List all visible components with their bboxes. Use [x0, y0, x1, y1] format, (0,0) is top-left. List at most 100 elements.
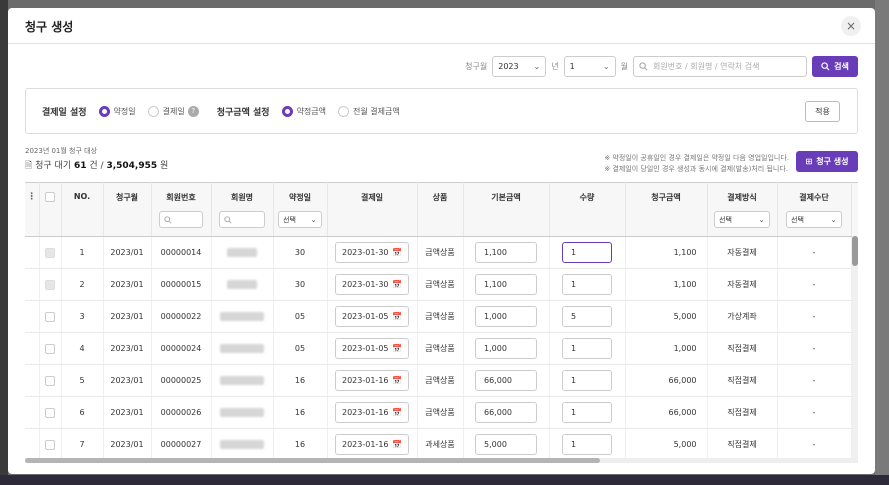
row-select[interactable]	[39, 332, 62, 365]
radio-contract-amount[interactable]: 약정금액	[281, 105, 326, 117]
base-amount-input[interactable]: 66,000	[475, 370, 537, 391]
column-menu[interactable]: ⋮	[25, 182, 40, 237]
month-select[interactable]: 1 ⌄	[563, 56, 616, 77]
cell-member-name	[211, 268, 274, 301]
search-input[interactable]: 회원번호 / 회원명 / 연락처 검색	[633, 56, 807, 77]
cell-pay-method: 직접결제	[707, 332, 778, 365]
checkbox[interactable]	[45, 311, 55, 322]
calendar-icon[interactable]: 📅	[392, 376, 402, 385]
cell-member-no: 00000024	[151, 332, 212, 365]
base-amount-input[interactable]: 1,100	[475, 274, 537, 295]
pay-date-input[interactable]: 2023-01-30 📅	[335, 242, 409, 263]
cell-no: 6	[61, 396, 104, 429]
pay-date-input[interactable]: 2023-01-05 📅	[335, 306, 409, 327]
search-button[interactable]: 검색	[812, 56, 858, 77]
redacted-name	[227, 248, 257, 257]
table-header-row: ⋮ NO. 청구월 회원번호 회원명 약정일 선택 ⌄ 결제일 상품 기본금액 수량…	[25, 182, 858, 237]
cell-month: 2023/01	[103, 396, 152, 429]
cell-month: 2023/01	[103, 300, 152, 333]
radio-prev-month-amount[interactable]: 전월 결제금액	[338, 105, 400, 117]
checkbox[interactable]	[45, 192, 55, 202]
row-select[interactable]	[39, 428, 62, 461]
cell-no: 3	[61, 300, 104, 333]
cell-base-amount: 1,100	[463, 268, 550, 301]
cell-bill-amount: 1,000	[625, 332, 708, 365]
cell-pay-method: 자동결제	[707, 268, 778, 301]
bill-table: ⋮ NO. 청구월 회원번호 회원명 약정일 선택 ⌄ 결제일 상품 기본금액 수량…	[25, 182, 858, 462]
radio-checked-icon	[281, 105, 293, 117]
table-row: 1 2023/01 00000014 30 2023-01-30 📅 금액상품 1,100 1 1…	[25, 236, 858, 269]
chevron-down-icon: ⌄	[830, 215, 837, 224]
checkbox[interactable]	[45, 407, 55, 418]
contract-day-filter-select[interactable]: 선택 ⌄	[278, 211, 322, 228]
cell-qty: 1	[549, 396, 626, 429]
cell-month: 2023/01	[103, 364, 152, 397]
cell-contract-day: 16	[273, 396, 328, 429]
year-select[interactable]: 2023 ⌄	[492, 56, 547, 77]
row-select[interactable]	[39, 364, 62, 397]
pay-date-input[interactable]: 2023-01-05 📅	[335, 338, 409, 359]
row-select[interactable]	[39, 396, 62, 429]
create-bill-button[interactable]: ⊞ 청구 생성	[796, 151, 858, 172]
row-select[interactable]	[39, 236, 62, 269]
checkbox[interactable]	[45, 279, 55, 290]
summary: 2023년 01월 청구 대상 🗎 청구 대기 61 건 / 3,504,955…	[25, 146, 168, 174]
apply-button[interactable]: 적용	[805, 101, 840, 122]
checkbox[interactable]	[45, 439, 55, 450]
pay-date-input[interactable]: 2023-01-16 📅	[335, 434, 409, 455]
col-contract-day: 약정일 선택 ⌄	[273, 182, 328, 237]
row-select[interactable]	[39, 268, 62, 301]
cell-pay-date: 2023-01-30 📅	[327, 236, 418, 269]
radio-pay-day[interactable]: 결제일?	[147, 105, 199, 117]
horizontal-scrollbar-thumb[interactable]	[25, 458, 600, 463]
member-no-filter-input[interactable]	[159, 211, 203, 228]
calendar-icon[interactable]: 📅	[392, 408, 402, 417]
base-amount-input[interactable]: 1,000	[475, 338, 537, 359]
pay-date-input[interactable]: 2023-01-16 📅	[335, 402, 409, 423]
qty-input[interactable]: 5	[562, 306, 612, 327]
cell-pay-means: -	[777, 364, 852, 397]
select-all[interactable]	[39, 182, 62, 237]
notice: ※ 약정일이 공휴일인 경우 결제일은 약정일 다음 영업일입니다. ※ 결제일…	[604, 154, 789, 173]
cell-pay-method: 직접결제	[707, 364, 778, 397]
member-name-filter-input[interactable]	[219, 211, 265, 228]
qty-input[interactable]: 1	[562, 370, 612, 391]
table-row: 3 2023/01 00000022 05 2023-01-05 📅 금액상품 1,000 5 5…	[25, 300, 858, 333]
base-amount-input[interactable]: 5,000	[475, 434, 537, 455]
qty-input[interactable]: 1	[562, 274, 612, 295]
calendar-icon[interactable]: 📅	[392, 440, 402, 449]
close-button[interactable]: ×	[841, 16, 861, 36]
base-amount-input[interactable]: 66,000	[475, 402, 537, 423]
plus-square-icon: ⊞	[805, 157, 813, 166]
base-amount-input[interactable]: 1,000	[475, 306, 537, 327]
vertical-scrollbar-thumb[interactable]	[852, 236, 858, 266]
pay-means-filter-select[interactable]: 선택 ⌄	[786, 211, 842, 228]
calendar-icon[interactable]: 📅	[392, 344, 402, 353]
checkbox[interactable]	[45, 375, 55, 386]
pay-date-input[interactable]: 2023-01-30 📅	[335, 274, 409, 295]
cell-member-no: 00000022	[151, 300, 212, 333]
row-spacer	[25, 332, 40, 365]
row-select[interactable]	[39, 300, 62, 333]
pay-date-input[interactable]: 2023-01-16 📅	[335, 370, 409, 391]
redacted-name	[227, 280, 257, 289]
checkbox[interactable]	[45, 343, 55, 354]
base-amount-input[interactable]: 1,100	[475, 242, 537, 263]
qty-input[interactable]: 1	[562, 402, 612, 423]
calendar-icon[interactable]: 📅	[392, 248, 402, 257]
vertical-scrollbar[interactable]	[852, 236, 858, 462]
cell-member-no: 00000026	[151, 396, 212, 429]
qty-input[interactable]: 1	[562, 242, 612, 263]
redacted-name	[220, 440, 264, 449]
pay-method-filter-select[interactable]: 선택 ⌄	[714, 211, 770, 228]
calendar-icon[interactable]: 📅	[392, 280, 402, 289]
cell-member-name	[211, 396, 274, 429]
checkbox[interactable]	[45, 247, 55, 258]
qty-input[interactable]: 1	[562, 338, 612, 359]
cell-month: 2023/01	[103, 236, 152, 269]
help-icon[interactable]: ?	[187, 105, 199, 117]
col-bill-amount: 청구금액	[625, 182, 708, 237]
radio-contract-day[interactable]: 약정일	[98, 105, 136, 117]
calendar-icon[interactable]: 📅	[392, 312, 402, 321]
qty-input[interactable]: 1	[562, 434, 612, 455]
